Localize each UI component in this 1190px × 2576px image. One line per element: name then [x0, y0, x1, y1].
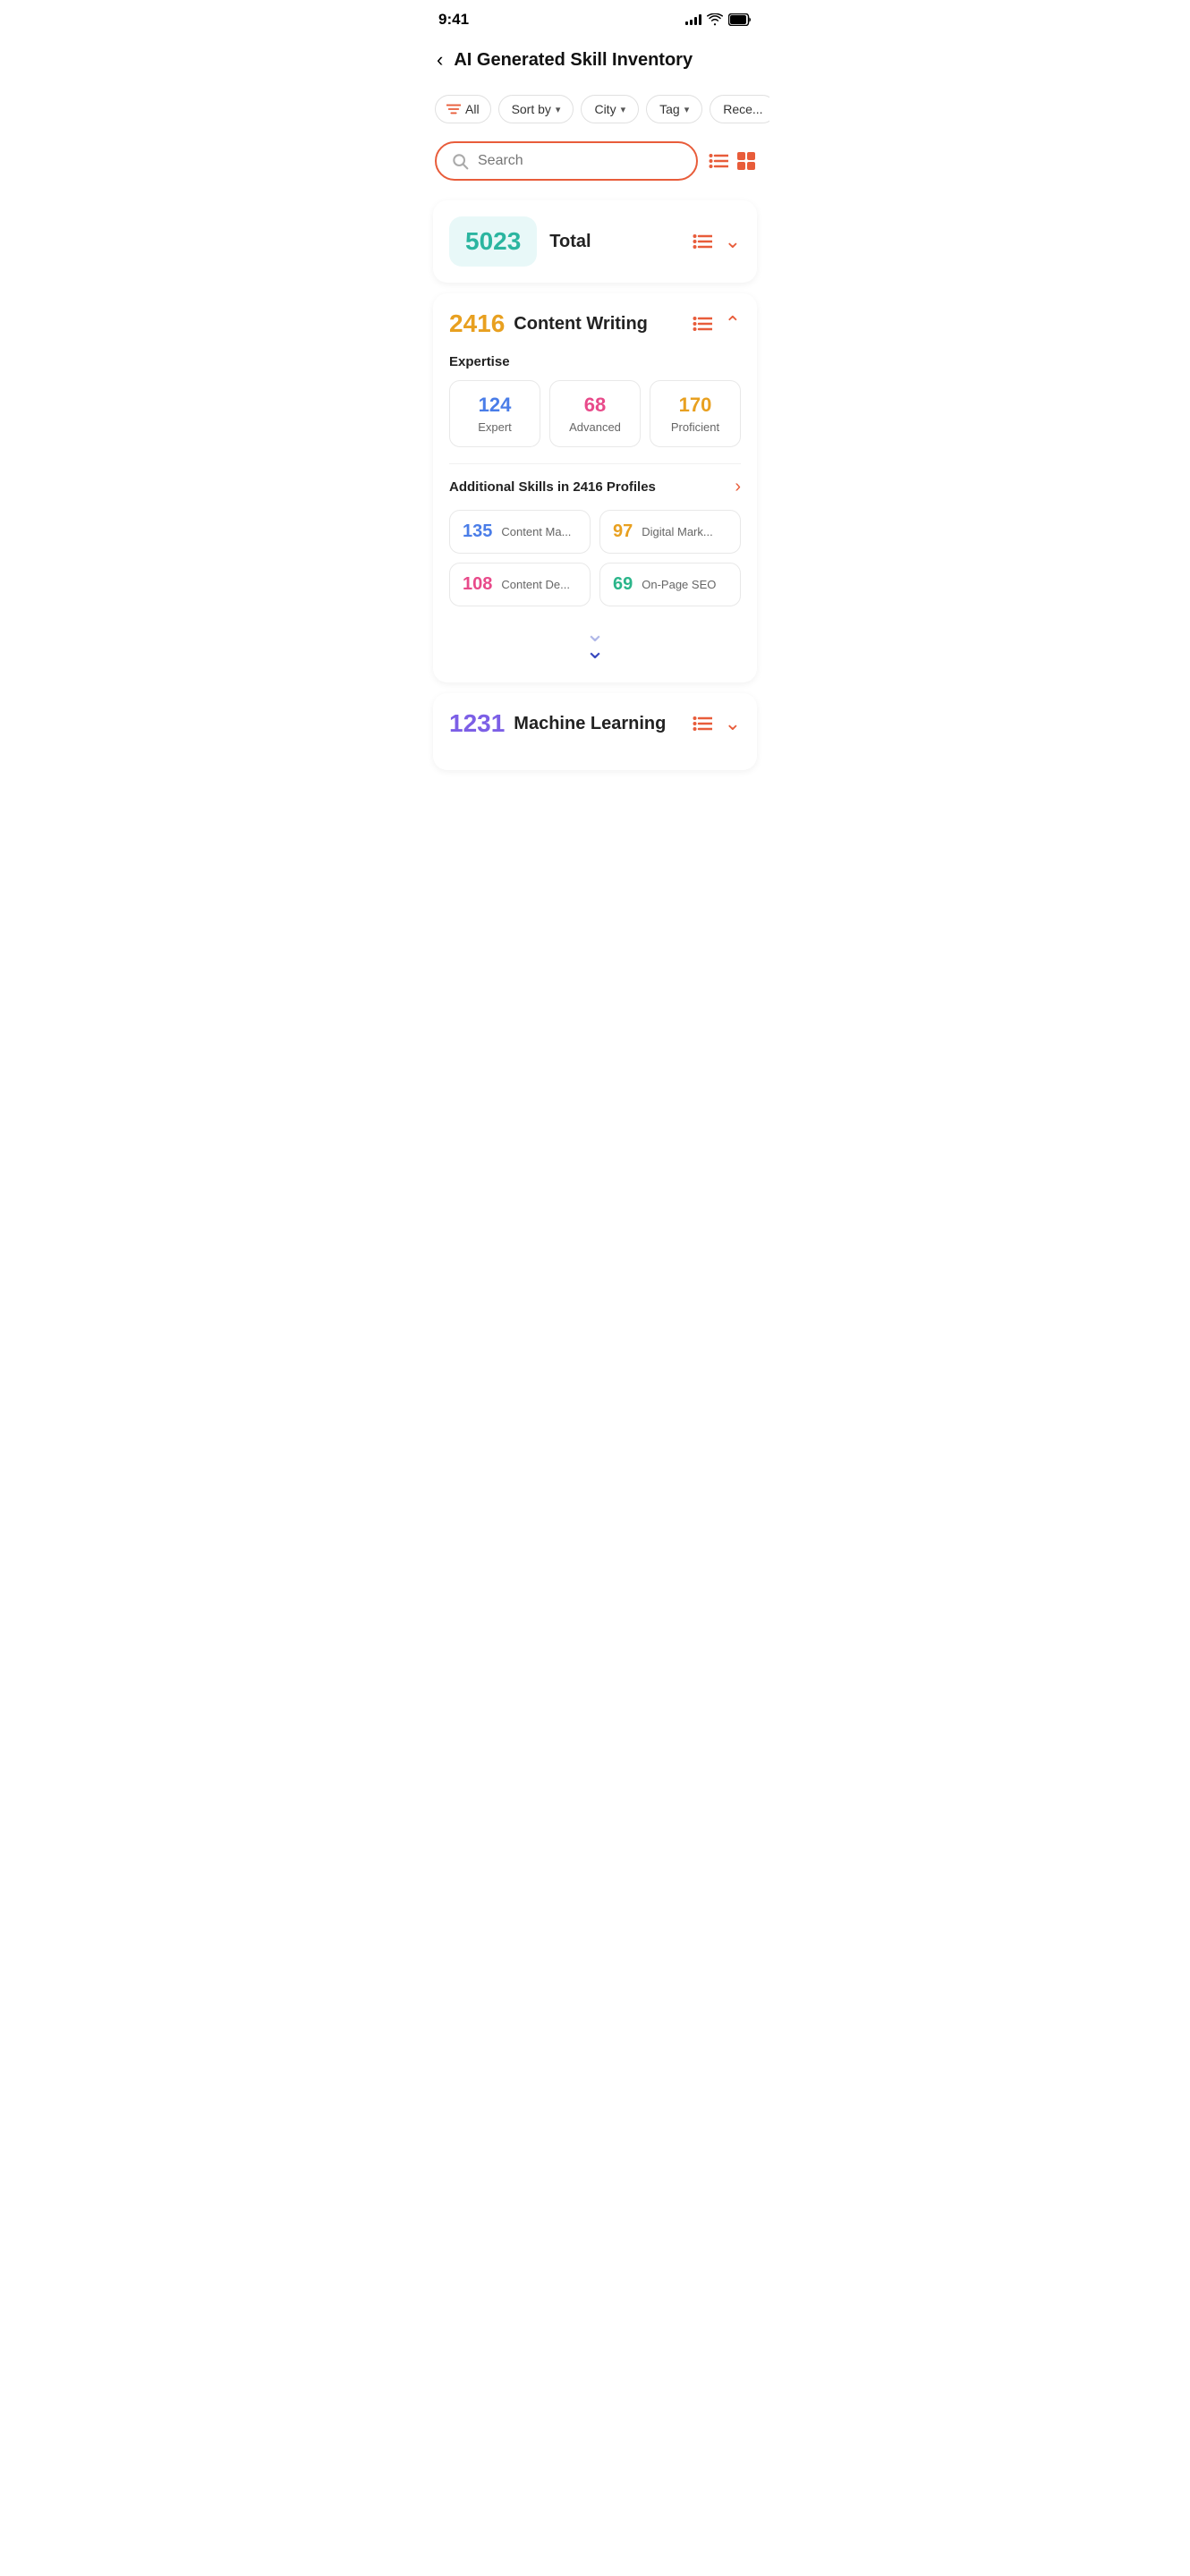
skill-item-count-2: 108 [463, 574, 492, 595]
search-container [421, 134, 769, 191]
proficient-type: Proficient [658, 420, 733, 434]
ml-card-header: 1231 Machine Learning ⌄ [449, 709, 741, 738]
status-icons [685, 13, 752, 26]
view-toggle [709, 152, 756, 171]
page-header: ‹ AI Generated Skill Inventory [421, 36, 769, 84]
expertise-expert: 124 Expert [449, 380, 540, 447]
skill-item-content-ma[interactable]: 135 Content Ma... [449, 510, 591, 554]
skill-chevron-icon[interactable]: ⌃ [725, 312, 741, 335]
filter-icon [446, 103, 461, 115]
skill-item-content-de[interactable]: 108 Content De... [449, 563, 591, 606]
skill-title-group: 2416 Content Writing [449, 309, 648, 338]
skill-item-count-0: 135 [463, 521, 492, 542]
total-list-icon[interactable] [693, 233, 712, 250]
signal-icon [685, 14, 701, 25]
skill-header-right: ⌃ [693, 312, 741, 335]
expertise-advanced: 68 Advanced [549, 380, 641, 447]
additional-skills-header: Additional Skills in 2416 Profiles › [449, 477, 741, 497]
content-writing-card: 2416 Content Writing ⌃ Expertise [433, 293, 757, 682]
filter-bar: All Sort by ▾ City ▾ Tag ▾ Rece... [421, 84, 769, 134]
skill-item-name-3: On-Page SEO [642, 578, 716, 591]
sortby-chevron-icon: ▾ [556, 104, 561, 115]
filter-recent-label: Rece... [723, 102, 762, 116]
card-divider [449, 463, 741, 464]
wifi-icon [707, 13, 723, 26]
page-title: AI Generated Skill Inventory [454, 50, 693, 71]
total-number: 5023 [465, 227, 521, 255]
skill-item-name-0: Content Ma... [501, 525, 571, 538]
skill-list-icon[interactable] [693, 316, 712, 332]
ml-title-group: 1231 Machine Learning [449, 709, 666, 738]
skill-item-count-1: 97 [613, 521, 633, 542]
expertise-label: Expertise [449, 354, 741, 369]
battery-icon [728, 13, 752, 26]
filter-all[interactable]: All [435, 95, 491, 123]
search-icon [451, 152, 469, 170]
filter-sortby-label: Sort by [512, 102, 551, 116]
main-content: 5023 Total ⌄ 2416 Content Writing [421, 191, 769, 797]
skill-item-name-1: Digital Mark... [642, 525, 712, 538]
additional-skills-title: Additional Skills in 2416 Profiles [449, 479, 656, 495]
proficient-count: 170 [658, 394, 733, 417]
skill-item-count-3: 69 [613, 574, 633, 595]
grid-view-icon[interactable] [737, 152, 756, 171]
total-number-bg: 5023 [449, 216, 537, 267]
filter-tag-label: Tag [659, 102, 680, 116]
machine-learning-card: 1231 Machine Learning ⌄ [433, 693, 757, 770]
ml-number: 1231 [449, 709, 505, 738]
filter-sortby[interactable]: Sort by ▾ [498, 95, 574, 123]
additional-skills-chevron-icon[interactable]: › [735, 477, 741, 497]
filter-recent[interactable]: Rece... [710, 95, 769, 123]
load-more[interactable]: ⌄ ⌄ [449, 606, 741, 666]
skill-item-digital-mark[interactable]: 97 Digital Mark... [599, 510, 741, 554]
search-input[interactable] [478, 153, 682, 169]
skill-name: Content Writing [514, 314, 648, 335]
filter-city[interactable]: City ▾ [581, 95, 639, 123]
ml-list-icon[interactable] [693, 716, 712, 732]
search-input-wrap[interactable] [435, 141, 698, 181]
status-bar: 9:41 [421, 0, 769, 36]
tag-chevron-icon: ▾ [684, 104, 690, 115]
list-view-icon[interactable] [709, 153, 728, 169]
filter-city-label: City [594, 102, 616, 116]
skill-card-header: 2416 Content Writing ⌃ [449, 309, 741, 338]
additional-skills-section: Additional Skills in 2416 Profiles › 135… [449, 477, 741, 666]
skill-number: 2416 [449, 309, 505, 338]
total-card: 5023 Total ⌄ [433, 200, 757, 283]
ml-name: Machine Learning [514, 714, 666, 734]
back-button[interactable]: ‹ [437, 48, 443, 72]
total-label: Total [549, 232, 591, 252]
advanced-count: 68 [557, 394, 633, 417]
total-left: 5023 Total [449, 216, 591, 267]
expertise-section: Expertise 124 Expert 68 Advanced 170 Pro… [449, 354, 741, 447]
ml-header-right: ⌄ [693, 712, 741, 735]
expert-count: 124 [457, 394, 532, 417]
expertise-grid: 124 Expert 68 Advanced 170 Proficient [449, 380, 741, 447]
skills-grid: 135 Content Ma... 97 Digital Mark... 108… [449, 510, 741, 606]
city-chevron-icon: ▾ [621, 104, 626, 115]
ml-chevron-icon[interactable]: ⌄ [725, 712, 741, 735]
filter-tag[interactable]: Tag ▾ [646, 95, 702, 123]
total-right: ⌄ [693, 230, 741, 253]
filter-all-label: All [465, 102, 480, 116]
expertise-proficient: 170 Proficient [650, 380, 741, 447]
skill-item-name-2: Content De... [501, 578, 570, 591]
double-chevron-icon[interactable]: ⌄ ⌄ [585, 621, 605, 663]
total-chevron-icon[interactable]: ⌄ [725, 230, 741, 253]
advanced-type: Advanced [557, 420, 633, 434]
skill-item-onpage-seo[interactable]: 69 On-Page SEO [599, 563, 741, 606]
expert-type: Expert [457, 420, 532, 434]
status-time: 9:41 [438, 11, 469, 29]
